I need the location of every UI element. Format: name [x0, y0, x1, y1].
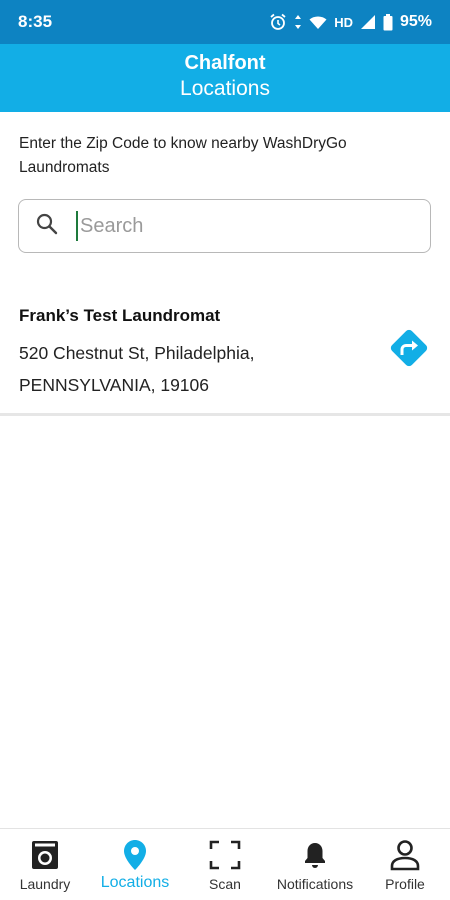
- status-time: 8:35: [18, 12, 53, 31]
- app-header: Chalfont Locations: [0, 44, 450, 112]
- battery-icon: [383, 13, 393, 31]
- search-box[interactable]: [18, 199, 431, 253]
- location-name: Frank’s Test Laundromat: [19, 306, 221, 325]
- location-pin-icon: [119, 839, 151, 871]
- page-title: Chalfont: [184, 52, 266, 74]
- battery-percent: 95%: [399, 13, 432, 30]
- bell-icon: [299, 839, 331, 871]
- washing-machine-icon: [29, 839, 61, 871]
- nav-item-profile[interactable]: Profile: [360, 829, 450, 900]
- page-subtitle: Locations: [180, 77, 270, 100]
- person-icon: [389, 839, 421, 871]
- status-bar: 8:35 HD 95%: [0, 0, 450, 44]
- nav-label: Profile: [385, 876, 425, 892]
- network-type: HD: [334, 14, 353, 30]
- nav-label: Scan: [209, 876, 241, 892]
- data-arrows-icon: [294, 14, 302, 30]
- wifi-icon: [309, 15, 327, 30]
- scan-frame-icon: [209, 839, 241, 871]
- directions-button[interactable]: [386, 325, 432, 371]
- signal-icon: [360, 14, 376, 30]
- nav-item-notifications[interactable]: Notifications: [270, 829, 360, 900]
- intro-text: Enter the Zip Code to know nearby WashDr…: [19, 135, 347, 176]
- nav-label: Laundry: [19, 876, 71, 892]
- nav-item-scan[interactable]: Scan: [180, 829, 270, 900]
- nav-label: Locations: [100, 874, 170, 891]
- status-icons: HD 95%: [269, 13, 432, 31]
- directions-icon: [386, 329, 432, 375]
- nav-item-laundry[interactable]: Laundry: [0, 829, 90, 900]
- alarm-icon: [269, 13, 287, 31]
- location-address-line1: 520 Chestnut St, Philadelphia,: [19, 343, 255, 363]
- bottom-nav: Laundry Locations Scan Notifications Pro…: [0, 828, 450, 900]
- location-card[interactable]: Frank’s Test Laundromat 520 Chestnut St,…: [0, 290, 450, 416]
- search-input[interactable]: [76, 211, 396, 241]
- location-address-line2: PENNSYLVANIA, 19106: [19, 375, 210, 395]
- nav-item-locations[interactable]: Locations: [90, 829, 180, 900]
- nav-label: Notifications: [276, 876, 354, 892]
- search-icon: [35, 212, 59, 241]
